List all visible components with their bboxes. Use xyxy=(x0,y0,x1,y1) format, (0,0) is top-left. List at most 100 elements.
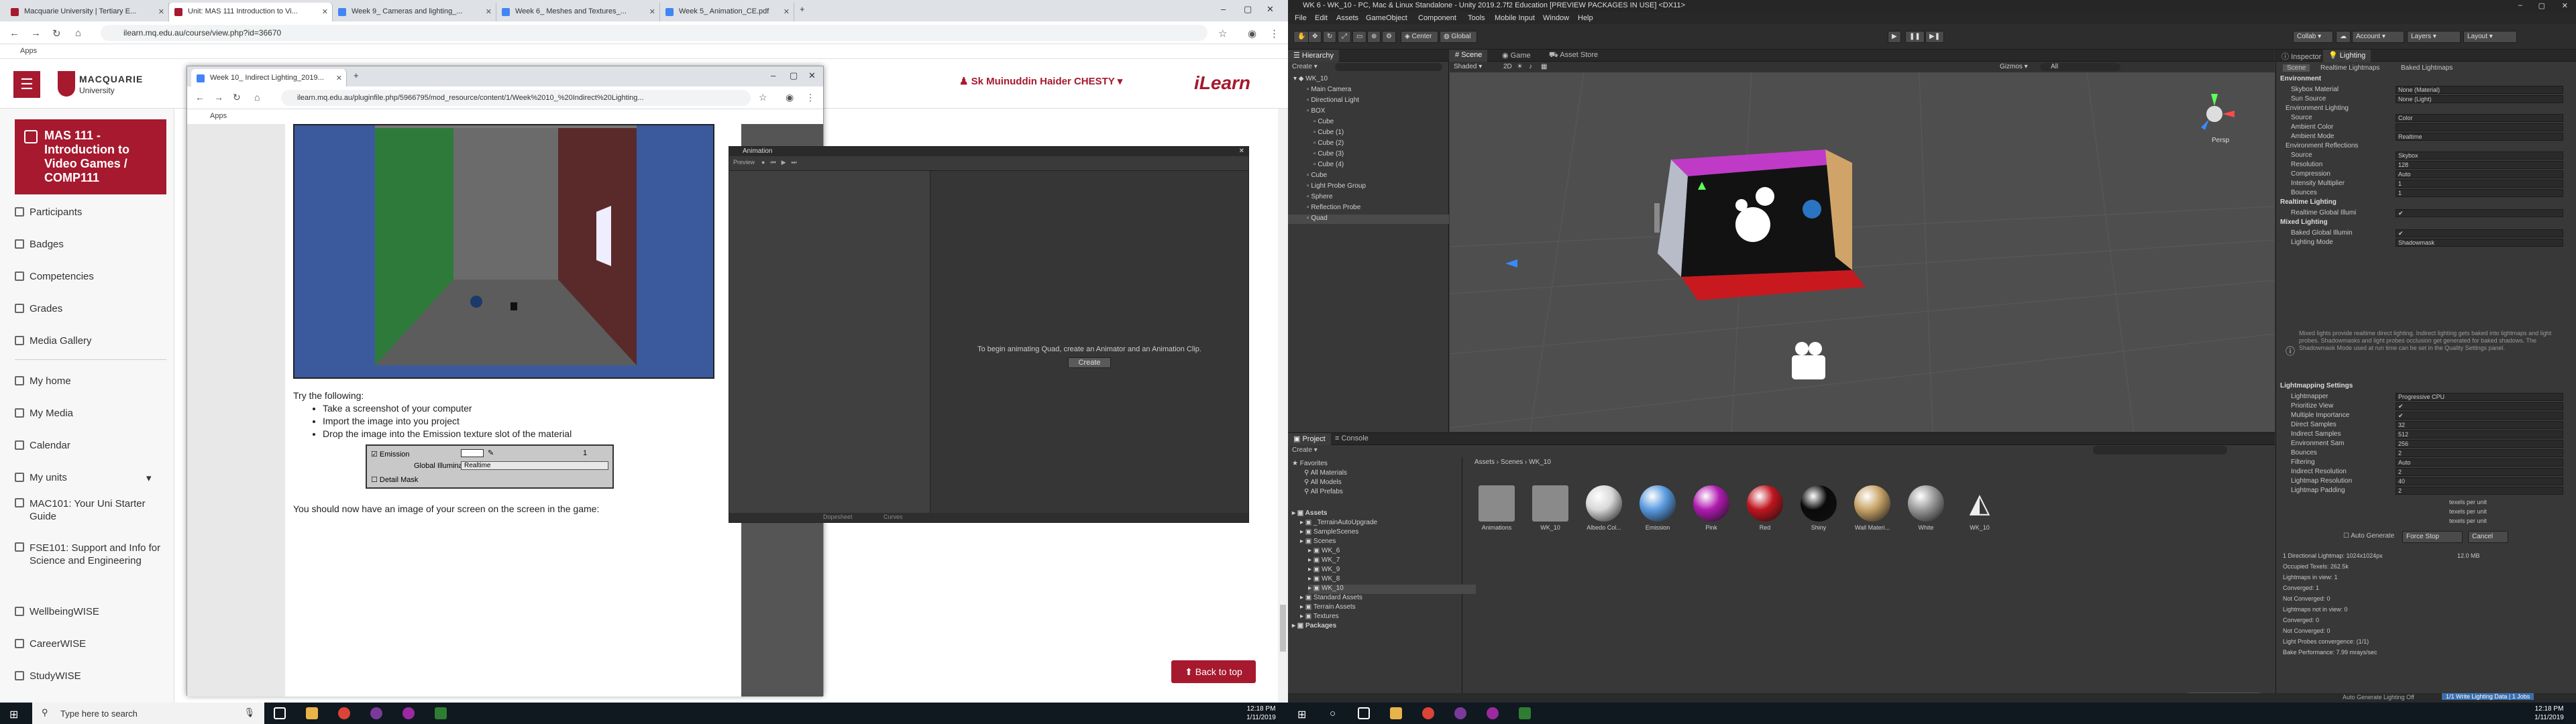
asset-folder-item[interactable]: ▸ ▣ Terrain Assets xyxy=(1300,603,1468,613)
unit-link[interactable]: CareerWISE xyxy=(15,638,166,650)
menu-component[interactable]: Component xyxy=(1418,14,1456,22)
taskbar-clock[interactable]: 12:18 PM 1/11/2019 xyxy=(1241,705,1281,722)
setting-value[interactable]: 1 xyxy=(2396,189,2563,197)
page-scrollbar[interactable] xyxy=(1278,109,1288,703)
asset-folder-item[interactable]: ▸ ▣ Scenes xyxy=(1300,538,1468,547)
app-icon[interactable] xyxy=(370,707,382,719)
nav-my-home[interactable]: My home xyxy=(15,375,166,387)
subtab-scene[interactable]: Scene xyxy=(2283,64,2310,72)
asset-item[interactable]: Wall Materi... xyxy=(1849,485,1896,532)
create-animation-button[interactable]: Create xyxy=(1068,357,1111,368)
setting-value[interactable]: 1 xyxy=(2396,180,2563,188)
hierarchy-item[interactable]: ▫ Directional Light xyxy=(1288,97,1449,106)
setting-value[interactable]: 2 xyxy=(2396,487,2563,495)
space-toggle[interactable]: ◍ Global xyxy=(1440,31,1477,43)
nav-calendar[interactable]: Calendar xyxy=(15,440,166,451)
macquarie-logo[interactable]: MACQUARIE University xyxy=(58,71,142,98)
hierarchy-item[interactable]: ▫ Cube xyxy=(1288,172,1449,181)
back-icon[interactable]: ← xyxy=(195,92,205,103)
play-button[interactable]: ▶ xyxy=(1888,31,1901,43)
setting-value[interactable]: Progressive CPU xyxy=(2396,393,2563,401)
asset-folder-item[interactable]: ▸ ▣ WK_10 xyxy=(1308,585,1476,594)
minimize-icon[interactable]: – xyxy=(771,70,775,80)
apps-bookmark[interactable]: Apps xyxy=(20,47,37,55)
popup-tab[interactable]: Week 10_ Indirect Lighting_2019... ✕ xyxy=(191,69,347,86)
home-icon[interactable]: ⌂ xyxy=(254,92,260,103)
first-key-icon[interactable]: ⏮ xyxy=(770,159,775,166)
home-icon[interactable]: ⌂ xyxy=(75,27,81,39)
cloud-icon[interactable]: ☁ xyxy=(2336,31,2351,43)
hierarchy-search-input[interactable] xyxy=(1335,63,1442,71)
reload-icon[interactable]: ↻ xyxy=(233,92,241,103)
nav-participants[interactable]: Participants xyxy=(15,206,166,218)
collab-dropdown[interactable]: Collab ▾ xyxy=(2293,31,2333,43)
favorite-item[interactable]: ⚲ All Materials xyxy=(1304,469,1472,479)
shading-dropdown[interactable]: Shaded ▾ xyxy=(1454,63,1482,70)
asset-folder-item[interactable]: ▸ ▣ WK_9 xyxy=(1308,566,1476,575)
section-header[interactable]: Realtime Lighting xyxy=(2280,198,2569,208)
layout-dropdown[interactable]: Layout ▾ xyxy=(2463,31,2517,43)
minimize-icon[interactable]: – xyxy=(2518,1,2522,9)
star-icon[interactable]: ☆ xyxy=(1218,27,1227,40)
cancel-button[interactable]: Cancel xyxy=(2468,531,2508,543)
section-header[interactable]: Lightmapping Settings xyxy=(2280,382,2569,391)
scale-tool-icon[interactable]: ⤢ xyxy=(1338,31,1351,43)
effects-icon[interactable]: ▦ xyxy=(1541,63,1547,70)
setting-value[interactable]: Color xyxy=(2396,114,2563,122)
hierarchy-item[interactable]: ▫ Reflection Probe xyxy=(1288,204,1449,213)
asset-item[interactable]: WK_10 xyxy=(1527,485,1574,532)
forward-icon[interactable]: → xyxy=(31,27,41,39)
persp-label[interactable]: Persp xyxy=(2212,137,2229,144)
light-toggle-icon[interactable]: ☀ xyxy=(1517,63,1523,70)
hand-tool-icon[interactable]: ✋ xyxy=(1293,31,1310,43)
browser-tab[interactable]: Macquarie University | Tertiary E... ✕ xyxy=(5,3,169,21)
tab-game[interactable]: ◉ Game xyxy=(1497,50,1536,62)
ilearn-logo[interactable]: iLearn xyxy=(1194,72,1250,94)
menu-assets[interactable]: Assets xyxy=(1336,14,1358,22)
menu-edit[interactable]: Edit xyxy=(1315,14,1328,22)
asset-folder-item[interactable]: ▸ ▣ Packages xyxy=(1292,622,1460,631)
hierarchy-item[interactable]: ▫ Light Probe Group xyxy=(1288,182,1449,192)
close-icon[interactable]: ✕ xyxy=(486,7,492,16)
nav-my-units[interactable]: My units ▾ xyxy=(15,472,166,484)
hierarchy-item[interactable]: ▫ Cube xyxy=(1288,118,1449,127)
setting-value[interactable]: ✔ xyxy=(2396,229,2563,237)
close-icon[interactable]: ✕ xyxy=(649,7,655,16)
app-icon[interactable] xyxy=(1454,707,1466,719)
setting-value[interactable] xyxy=(2396,123,2563,131)
nav-media-gallery[interactable]: Media Gallery xyxy=(15,335,166,347)
asset-item[interactable]: Animations xyxy=(1473,485,1520,532)
gizmos-dropdown[interactable]: Gizmos ▾ xyxy=(2000,63,2028,70)
setting-value[interactable]: Skybox xyxy=(2396,152,2563,160)
browser-tab-active[interactable]: Unit: MAS 111 Introduction to Vi... ✕ xyxy=(169,3,333,21)
setting-value[interactable]: 128 xyxy=(2396,161,2563,169)
favorite-item[interactable]: ⚲ All Prefabs xyxy=(1304,488,1472,497)
project-breadcrumb[interactable]: Assets › Scenes › WK_10 xyxy=(1474,459,1551,466)
back-icon[interactable]: ← xyxy=(9,27,19,39)
bake-progress-status[interactable]: 1/1 Write Lighting Data | 1 Jobs xyxy=(2442,693,2534,700)
maximize-icon[interactable]: ▢ xyxy=(2538,1,2545,10)
menu-file[interactable]: File xyxy=(1295,14,1307,22)
browser-tab[interactable]: Week 6_ Meshes and Textures_... ✕ xyxy=(496,3,660,21)
browser-tab[interactable]: Week 9_ Cameras and lighting_... ✕ xyxy=(333,3,496,21)
url-input[interactable]: ilearn.mq.edu.au/course/view.php?id=3667… xyxy=(101,25,1208,41)
setting-value[interactable]: 2 xyxy=(2396,468,2563,476)
subtab-realtime-lightmaps[interactable]: Realtime Lightmaps xyxy=(2316,64,2383,72)
asset-folder-item[interactable]: ▸ ▣ WK_8 xyxy=(1308,575,1476,585)
tab-inspector[interactable]: ⓘ Inspector xyxy=(2276,50,2326,62)
reload-icon[interactable]: ↻ xyxy=(52,27,61,40)
asset-folder-item[interactable]: ▸ ▣ _TerrainAutoUpgrade xyxy=(1300,519,1468,528)
setting-value[interactable]: 40 xyxy=(2396,477,2563,485)
search-icon[interactable]: ○ xyxy=(1330,708,1336,719)
close-icon[interactable]: ✕ xyxy=(1239,147,1244,155)
pivot-toggle[interactable]: ◈ Center xyxy=(1401,31,1438,43)
hierarchy-item[interactable]: ▫ Cube (1) xyxy=(1288,129,1449,138)
project-create-dropdown[interactable]: Create ▾ xyxy=(1292,446,1318,454)
hamburger-menu-button[interactable]: ☰ xyxy=(13,71,40,98)
menu-gameobject[interactable]: GameObject xyxy=(1366,14,1407,22)
menu-help[interactable]: Help xyxy=(1578,14,1593,22)
close-icon[interactable]: ✕ xyxy=(158,7,164,16)
close-icon[interactable]: ✕ xyxy=(336,74,342,82)
hierarchy-item[interactable]: ▫ BOX xyxy=(1288,107,1449,117)
close-icon[interactable]: ✕ xyxy=(322,7,328,16)
